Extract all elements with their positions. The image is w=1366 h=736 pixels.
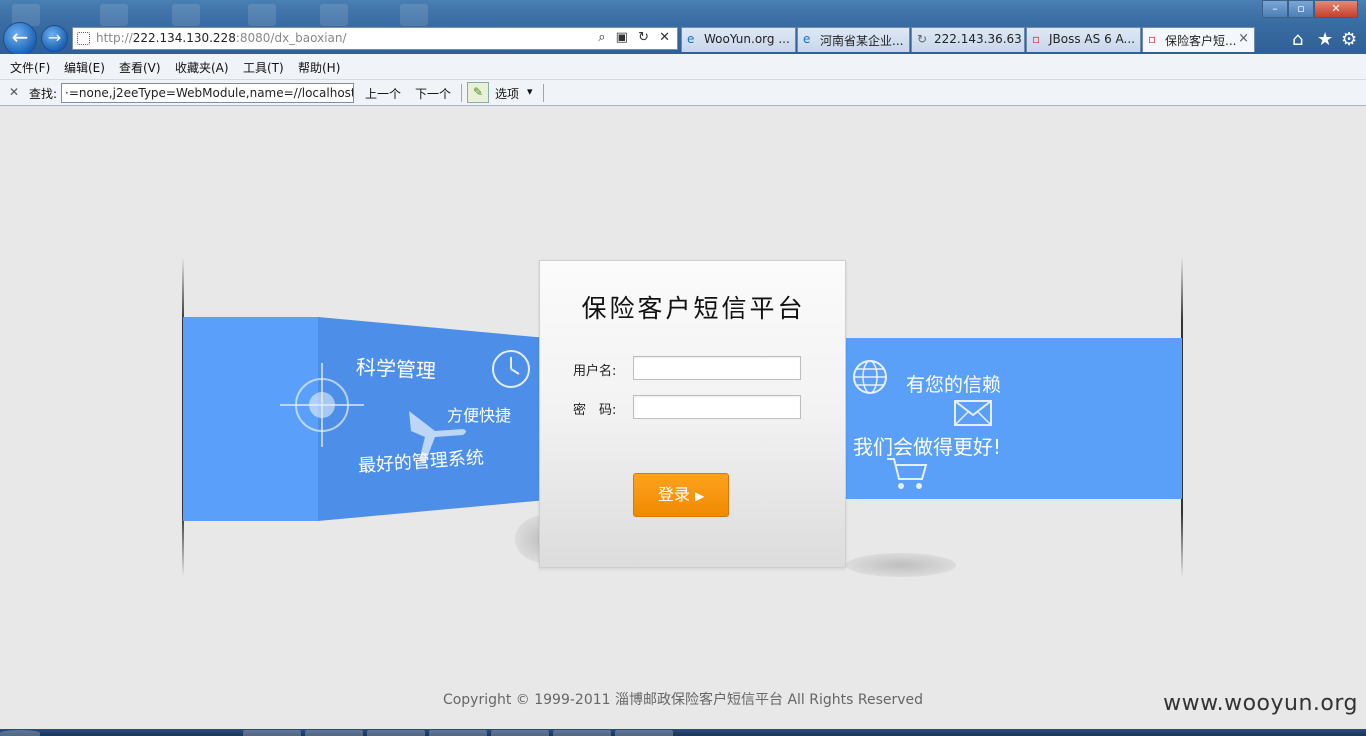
menu-bar: 文件(F) 编辑(E) 查看(V) 收藏夹(A) 工具(T) 帮助(H): [0, 54, 1366, 80]
banner-text-science: 科学管理: [355, 354, 437, 384]
arrow-left-icon: ←: [11, 25, 29, 49]
home-icon[interactable]: ⌂: [1292, 29, 1303, 50]
menu-edit[interactable]: 编辑(E): [64, 59, 105, 76]
username-label: 用户名:: [573, 364, 617, 379]
menu-view[interactable]: 查看(V): [119, 59, 161, 76]
loading-icon: ↻: [917, 32, 928, 46]
tab-henan[interactable]: e 河南省某企业...: [797, 27, 910, 52]
chevron-down-icon[interactable]: ▾: [527, 85, 533, 98]
find-input[interactable]: ·=none,j2eeType=WebModule,name=//localho…: [61, 83, 354, 103]
tab-close-icon[interactable]: ×: [1238, 31, 1249, 46]
page-icon: ▫: [1148, 32, 1157, 46]
desktop-ghost-icon: [100, 4, 128, 26]
taskbar-item[interactable]: [367, 730, 425, 736]
ie-icon: e: [687, 32, 695, 46]
login-title: 保险客户短信平台: [581, 294, 806, 323]
watermark-text: www.wooyun.org: [1163, 691, 1358, 716]
tab-jboss[interactable]: ▫ JBoss AS 6 A...: [1026, 27, 1141, 52]
find-bar: ✕ 查找: ·=none,j2eeType=WebModule,name=//l…: [0, 80, 1366, 106]
menu-file[interactable]: 文件(F): [10, 59, 50, 76]
desktop-ghost-icon: [248, 4, 276, 26]
envelope-icon: [954, 400, 992, 426]
login-button-label: 登录: [657, 485, 690, 504]
divider: [543, 84, 544, 102]
highlight-pen-icon[interactable]: ✎: [467, 82, 489, 103]
login-button[interactable]: 登录 ▶: [633, 473, 729, 517]
copyright-footer: Copyright © 1999-2011 淄博邮政保险客户短信平台 All R…: [442, 692, 924, 708]
banner-text-better: 我们会做得更好!: [853, 435, 1002, 459]
start-button[interactable]: [0, 730, 40, 736]
address-url[interactable]: http://222.134.130.228:8080/dx_baoxian/: [96, 31, 347, 45]
desktop-ghost-icon: [320, 4, 348, 26]
username-input[interactable]: [633, 356, 801, 380]
taskbar-item[interactable]: [491, 730, 549, 736]
browser-titlebar: ← → http://222.134.130.228:8080/dx_baoxi…: [0, 0, 1366, 56]
login-form: 保险客户短信平台 用户名: 密 码: 登录 ▶: [539, 260, 846, 568]
password-input[interactable]: [633, 395, 801, 419]
desktop-ghost-icon: [172, 4, 200, 26]
star-icon[interactable]: ★: [1317, 29, 1333, 50]
taskbar: [0, 729, 1366, 736]
tab-label: 河南省某企业...: [820, 34, 904, 48]
tab-baoxian[interactable]: ▫ 保险客户短... ×: [1142, 27, 1255, 52]
ie-icon: e: [803, 32, 811, 46]
divider: [461, 84, 462, 102]
tab-label: WooYun.org ...: [704, 32, 790, 46]
shopping-cart-icon: [887, 458, 928, 489]
banner-shadow: [846, 553, 956, 577]
globe-icon: [853, 360, 887, 394]
desktop-ghost-icon: [400, 4, 428, 26]
taskbar-item[interactable]: [305, 730, 363, 736]
find-label: 查找:: [29, 87, 58, 101]
tab-label: 保险客户短...: [1165, 34, 1237, 48]
find-options-button[interactable]: 选项: [495, 85, 519, 102]
taskbar-item[interactable]: [429, 730, 487, 736]
menu-favorites[interactable]: 收藏夹(A): [175, 59, 229, 76]
tab-ip[interactable]: ↻ 222.143.36.63: [911, 27, 1025, 52]
chevron-right-icon: ▶: [694, 489, 705, 503]
page-content: 科学管理 方便快捷 最好的管理系统 有您的信赖 我们会做得更好! 保险客户短信平…: [0, 107, 1366, 729]
close-window-button[interactable]: ✕: [1314, 0, 1358, 18]
find-next-button[interactable]: 下一个: [415, 85, 451, 102]
target-icon: [280, 363, 364, 447]
menu-tools[interactable]: 工具(T): [243, 59, 284, 76]
page-favicon-icon: [77, 32, 90, 45]
taskbar-item[interactable]: [243, 730, 301, 736]
forward-button[interactable]: →: [41, 25, 68, 52]
tab-label: JBoss AS 6 A...: [1049, 32, 1135, 46]
taskbar-item[interactable]: [553, 730, 611, 736]
find-close-icon[interactable]: ✕: [9, 85, 19, 99]
tab-wooyun[interactable]: e WooYun.org ...: [681, 27, 796, 52]
arrow-right-icon: →: [47, 28, 62, 47]
address-bar[interactable]: http://222.134.130.228:8080/dx_baoxian/ …: [72, 27, 678, 50]
page-icon: ▫: [1032, 32, 1041, 46]
clock-icon: [492, 350, 530, 388]
address-tools-icon[interactable]: ⌕ ▣ ↻ ✕: [598, 30, 673, 45]
minimize-button[interactable]: –: [1262, 0, 1288, 18]
maximize-button[interactable]: ▫: [1288, 0, 1314, 18]
menu-help[interactable]: 帮助(H): [298, 59, 340, 76]
find-prev-button[interactable]: 上一个: [365, 85, 401, 102]
tab-label: 222.143.36.63: [934, 32, 1022, 46]
back-button[interactable]: ←: [3, 22, 37, 56]
taskbar-item[interactable]: [615, 730, 673, 736]
banner-text-trust: 有您的信赖: [906, 374, 1002, 396]
password-label: 密 码:: [573, 403, 617, 418]
gear-icon[interactable]: ⚙: [1341, 29, 1357, 50]
